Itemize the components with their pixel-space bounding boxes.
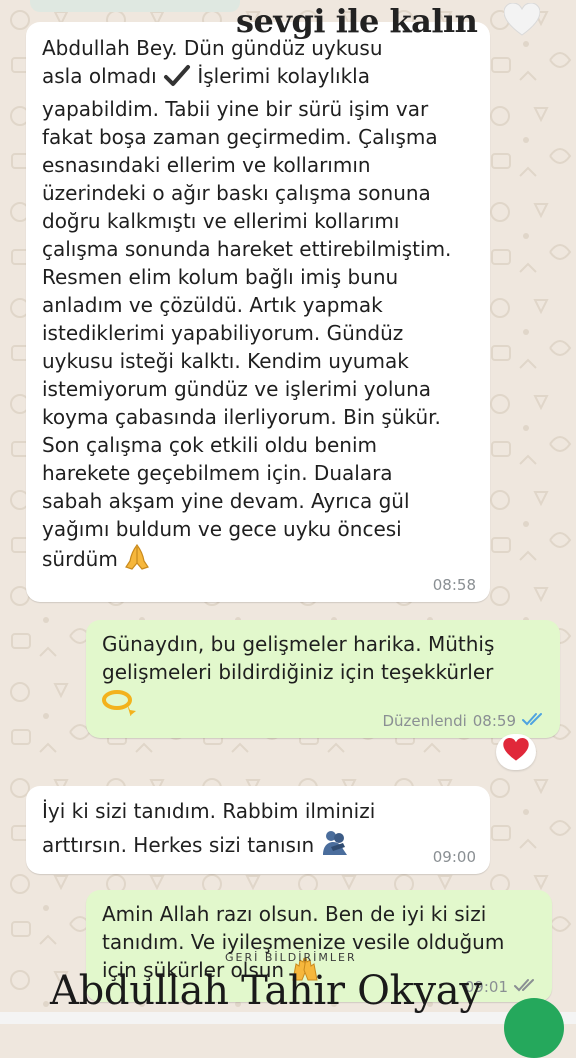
message-meta: 08:58: [433, 576, 476, 594]
message-time: 08:58: [432, 576, 476, 594]
message-time: 09:00: [432, 848, 476, 866]
halo-ring-icon: [102, 686, 136, 723]
overlay-bottom-title: Abdullah Tahir Okyay: [50, 968, 482, 1014]
message-meta: Düzenlendi 08:59: [383, 712, 547, 730]
message-reaction[interactable]: [496, 734, 536, 770]
double-check-icon: [514, 978, 538, 996]
message-text: İyi ki sizi tanıdım. Rabbim ilminizi art…: [42, 794, 476, 867]
overlay-top-caption: sevgi ile kalın: [236, 2, 478, 40]
message-text: Günaydın, bu gelişmeler harika. Müthiş g…: [102, 630, 546, 723]
message-meta: 09:00: [433, 848, 476, 866]
message-text: Abdullah Bey. Dün gündüz uykusu asla olm…: [42, 34, 476, 578]
edited-label: Düzenlendi: [382, 712, 467, 730]
overlay-feedback-caption: GERİ BİLDİRİMLER: [225, 951, 357, 964]
check-mark-icon: [163, 64, 191, 95]
people-hugging-icon: [321, 829, 349, 867]
praying-hands-icon: [124, 543, 150, 578]
previous-bubble-edge: [30, 0, 240, 12]
send-button[interactable]: [504, 998, 564, 1058]
double-check-read-icon: [522, 712, 546, 730]
message-bubble-incoming[interactable]: İyi ki sizi tanıdım. Rabbim ilminizi art…: [26, 786, 490, 874]
message-bubble-incoming[interactable]: Abdullah Bey. Dün gündüz uykusu asla olm…: [26, 22, 490, 602]
message-bubble-outgoing[interactable]: Günaydın, bu gelişmeler harika. Müthiş g…: [86, 620, 560, 738]
message-time: 08:59: [472, 712, 516, 730]
white-heart-icon: [503, 2, 541, 41]
red-heart-icon: [503, 738, 529, 766]
